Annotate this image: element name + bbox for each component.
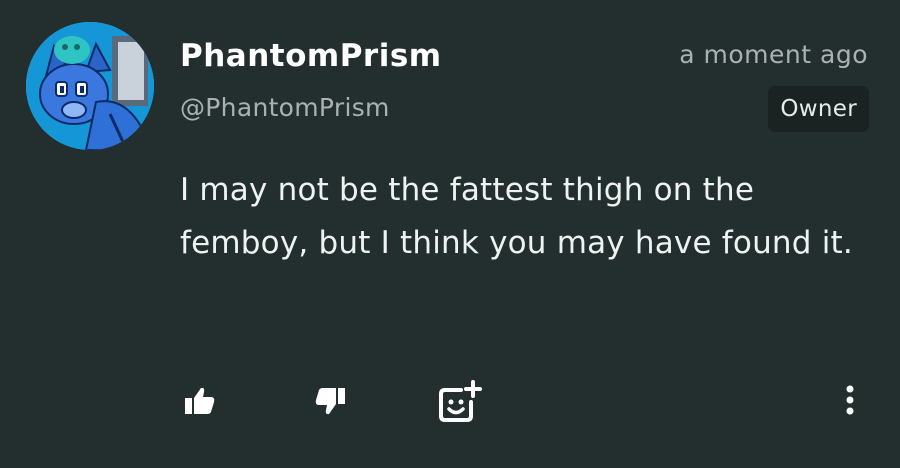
role-badge: Owner (768, 86, 869, 132)
display-name[interactable]: PhantomPrism (180, 38, 442, 74)
avatar-accessory-icon (54, 36, 90, 64)
avatar[interactable] (26, 22, 154, 150)
add-reaction-icon[interactable] (437, 380, 483, 428)
comment-text: I may not be the fattest thigh on the fe… (180, 172, 853, 261)
thumbs-down-icon[interactable] (314, 386, 346, 420)
username[interactable]: @PhantomPrism (180, 93, 390, 122)
comment-card: PhantomPrism @PhantomPrism a moment ago … (0, 0, 900, 468)
avatar-image (26, 22, 154, 150)
timestamp: a moment ago (679, 40, 868, 69)
more-vertical-icon[interactable] (840, 384, 860, 420)
thumbs-up-icon[interactable] (184, 386, 216, 420)
